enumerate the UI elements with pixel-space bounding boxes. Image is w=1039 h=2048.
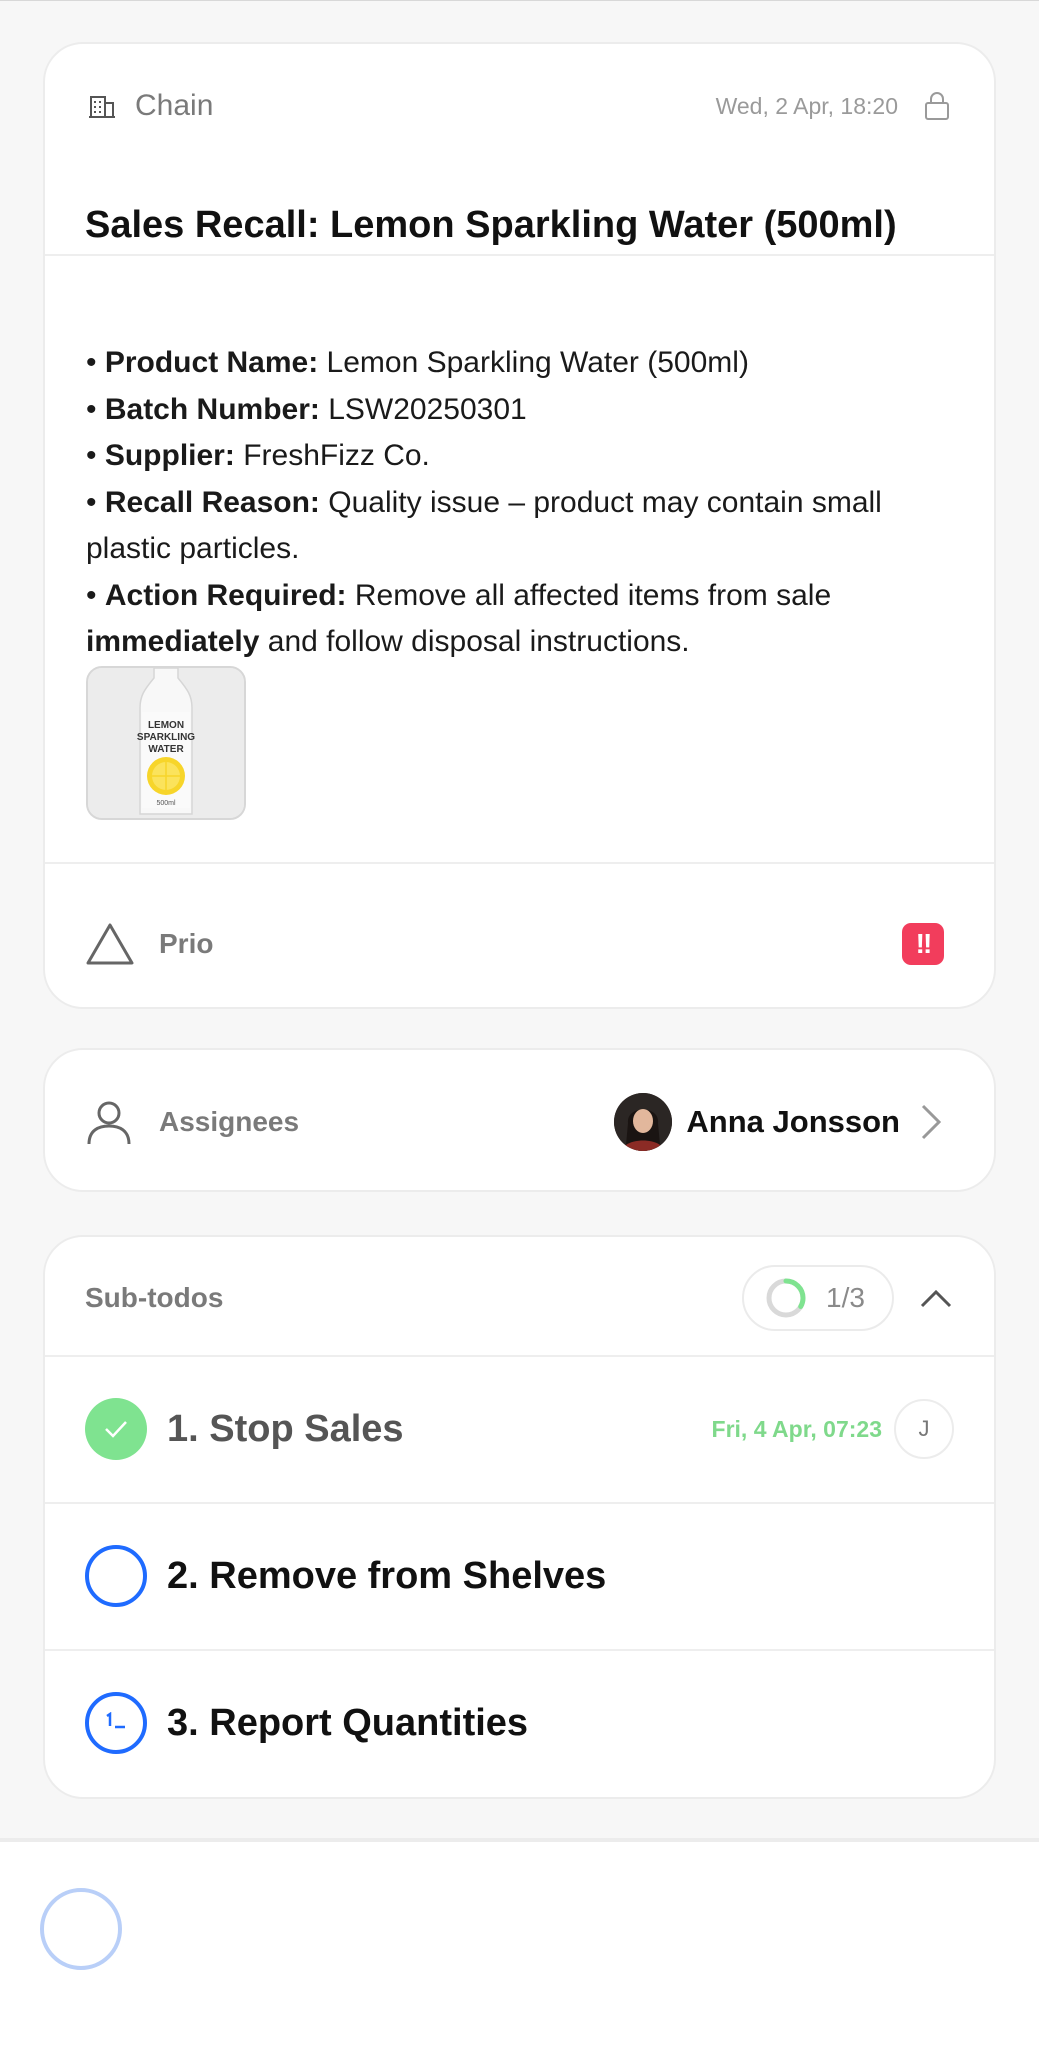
avatar <box>614 1093 673 1151</box>
subtodo-item-2[interactable]: 2. Remove from Shelves <box>45 1502 994 1648</box>
subtodos-label: Sub-todos <box>85 1282 224 1313</box>
recall-card: Chain Wed, 2 Apr, 18:20 Sales Recall: Le… <box>43 42 996 1009</box>
priority-label: Prio <box>159 928 214 959</box>
recall-details: • Product Name: Lemon Sparkling Water (5… <box>86 340 934 666</box>
progress-ring-icon <box>764 1276 808 1320</box>
subtodo-item-1[interactable]: 1. Stop Sales Fri, 4 Apr, 07:23 J <box>45 1355 994 1501</box>
detail-action-required: • Action Required: Remove all affected i… <box>86 578 832 659</box>
subtodo-label: 1. Stop Sales <box>167 1407 404 1450</box>
label-line-3: WATER <box>148 744 184 755</box>
subtodo-item-3[interactable]: 3. Report Quantities <box>45 1649 994 1795</box>
card-header: Chain Wed, 2 Apr, 18:20 <box>85 86 950 126</box>
detail-batch-number: • Batch Number: LSW20250301 <box>86 392 527 426</box>
priority-badge[interactable]: !! <box>902 923 944 965</box>
subtodos-progress: 1/3 <box>742 1265 894 1331</box>
detail-product-name: • Product Name: Lemon Sparkling Water (5… <box>86 346 749 379</box>
label-line-1: LEMON <box>148 720 184 731</box>
label-volume: 500ml <box>156 800 176 807</box>
assignee-name: Anna Jonsson <box>686 1104 900 1139</box>
subtodo-user-avatar: J <box>894 1399 954 1459</box>
subtodo-label: 3. Report Quantities <box>167 1701 529 1744</box>
progress-count: 1/3 <box>826 1282 865 1313</box>
assignees-card[interactable]: Assignees Anna Jonsson <box>43 1048 996 1192</box>
detail-supplier: • Supplier: FreshFizz Co. <box>86 439 430 472</box>
chevron-up-icon[interactable] <box>918 1286 954 1310</box>
detail-recall-reason: • Recall Reason: Quality issue – product… <box>86 485 882 566</box>
bottom-bar <box>0 1838 1039 2048</box>
completed-check-icon[interactable] <box>85 1398 147 1460</box>
person-icon <box>85 1098 133 1146</box>
subtodo-label: 2. Remove from Shelves <box>167 1554 607 1597</box>
new-subtodo-circle-button[interactable] <box>40 1888 122 1970</box>
page-title: Sales Recall: Lemon Sparkling Water (500… <box>85 204 897 246</box>
assignees-label: Assignees <box>159 1106 300 1137</box>
chain-label: Chain <box>135 89 214 122</box>
label-line-2: SPARKLING <box>137 732 195 743</box>
lock-icon[interactable] <box>924 91 950 121</box>
created-date: Wed, 2 Apr, 18:20 <box>715 92 898 119</box>
building-icon <box>85 89 119 123</box>
divider <box>45 254 994 256</box>
chevron-right-icon <box>918 1102 944 1142</box>
subtodos-header: Sub-todos 1/3 <box>85 1265 954 1331</box>
product-image-thumbnail[interactable]: LEMON SPARKLING WATER 500ml <box>86 666 246 820</box>
numbered-input-icon[interactable] <box>85 1692 147 1754</box>
open-circle-icon[interactable] <box>85 1545 147 1607</box>
top-border <box>0 0 1039 1</box>
subtodos-card: Sub-todos 1/3 1. Stop Sales Fri, 4 Apr, … <box>43 1235 996 1799</box>
warning-triangle-icon <box>85 921 135 967</box>
priority-row[interactable]: Prio !! <box>85 914 944 974</box>
assignees-row[interactable]: Assignees Anna Jonsson <box>85 1092 944 1152</box>
divider <box>45 862 994 864</box>
subtodo-completed-date: Fri, 4 Apr, 07:23 <box>711 1415 882 1442</box>
